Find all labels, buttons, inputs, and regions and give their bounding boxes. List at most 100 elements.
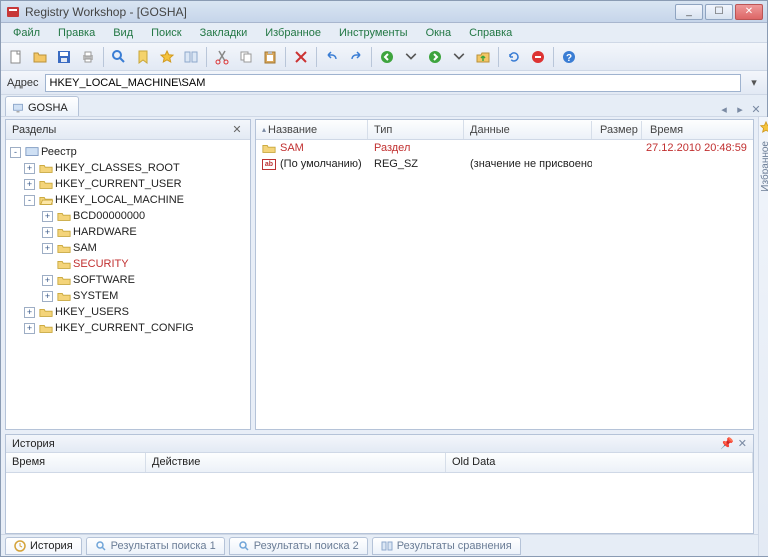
delete-icon[interactable] (290, 46, 312, 68)
tree-body[interactable]: - Реестр +HKEY_CLASSES_ROOT+HKEY_CURRENT… (6, 140, 250, 429)
tree-key[interactable]: +SOFTWARE (6, 272, 250, 288)
undo-icon[interactable] (321, 46, 343, 68)
redo-icon[interactable] (345, 46, 367, 68)
computer-icon (12, 102, 24, 114)
cut-icon[interactable] (211, 46, 233, 68)
new-icon[interactable] (5, 46, 27, 68)
col-type[interactable]: Тип (368, 120, 464, 139)
tree-header: Разделы ✕ (6, 120, 250, 140)
back-icon[interactable] (376, 46, 398, 68)
stop-icon[interactable] (527, 46, 549, 68)
hist-col-time[interactable]: Время (6, 453, 146, 472)
print-icon[interactable] (77, 46, 99, 68)
tab-close-icon[interactable]: ✕ (749, 102, 763, 116)
list-row[interactable]: ab(По умолчанию)REG_SZ(значение не присв… (256, 156, 753, 172)
expander-icon[interactable]: + (42, 291, 53, 302)
copy-icon[interactable] (235, 46, 257, 68)
document-tabs: GOSHA ◂ ▸ ✕ (1, 95, 767, 117)
paste-icon[interactable] (259, 46, 281, 68)
menu-tools[interactable]: Инструменты (331, 25, 416, 41)
window-buttons: _ ☐ ✕ (675, 4, 763, 20)
minimize-button[interactable]: _ (675, 4, 703, 20)
forward-drop-icon[interactable] (448, 46, 470, 68)
hist-col-action[interactable]: Действие (146, 453, 446, 472)
tree-key[interactable]: +SYSTEM (6, 288, 250, 304)
tree-header-label: Разделы (12, 124, 56, 136)
history-pin-icon[interactable]: 📌 (720, 437, 734, 450)
menu-bar: Файл Правка Вид Поиск Закладки Избранное… (1, 23, 767, 43)
document-tab-label: GOSHA (28, 102, 68, 114)
expander-icon[interactable]: + (24, 179, 35, 190)
expander-icon[interactable]: + (42, 227, 53, 238)
tree-hive[interactable]: +HKEY_USERS (6, 304, 250, 320)
history-pane: История 📌 ✕ Время Действие Old Data (5, 434, 754, 534)
save-icon[interactable] (53, 46, 75, 68)
history-close-icon[interactable]: ✕ (738, 437, 747, 450)
col-time[interactable]: Время (644, 121, 753, 139)
expander-icon[interactable]: + (42, 243, 53, 254)
tree-hive[interactable]: -HKEY_LOCAL_MACHINE (6, 192, 250, 208)
up-icon[interactable] (472, 46, 494, 68)
hist-col-old[interactable]: Old Data (446, 453, 753, 472)
tree-hive[interactable]: +HKEY_CLASSES_ROOT (6, 160, 250, 176)
tree-key[interactable]: SECURITY (6, 256, 250, 272)
maximize-button[interactable]: ☐ (705, 4, 733, 20)
forward-icon[interactable] (424, 46, 446, 68)
expander-icon[interactable]: - (10, 147, 21, 158)
open-icon[interactable] (29, 46, 51, 68)
menu-favorites[interactable]: Избранное (257, 25, 329, 41)
menu-help[interactable]: Справка (461, 25, 520, 41)
find-icon[interactable] (108, 46, 130, 68)
favorite-icon[interactable] (156, 46, 178, 68)
tab-prev-icon[interactable]: ◂ (717, 102, 731, 116)
bottom-tab[interactable]: Результаты сравнения (372, 537, 521, 555)
refresh-icon[interactable] (503, 46, 525, 68)
menu-view[interactable]: Вид (105, 25, 141, 41)
bottom-tab[interactable]: История (5, 537, 82, 555)
close-button[interactable]: ✕ (735, 4, 763, 20)
address-input[interactable] (45, 74, 742, 92)
col-data[interactable]: Данные (464, 121, 592, 139)
list-body[interactable]: SAMРаздел27.12.2010 20:48:59ab(По умолча… (256, 140, 753, 429)
computer-icon (25, 146, 39, 158)
menu-file[interactable]: Файл (5, 25, 48, 41)
tree-pane: Разделы ✕ - Реестр +HKEY_CLASSES_ROOT+HK… (5, 119, 251, 430)
address-bar: Адрес ▾ (1, 71, 767, 95)
history-body[interactable] (6, 473, 753, 533)
expander-icon[interactable]: + (24, 323, 35, 334)
list-row[interactable]: SAMРаздел27.12.2010 20:48:59 (256, 140, 753, 156)
window-title: Registry Workshop - [GOSHA] (25, 5, 675, 19)
help-icon[interactable]: ? (558, 46, 580, 68)
menu-windows[interactable]: Окна (418, 25, 460, 41)
tree-hive[interactable]: +HKEY_CURRENT_USER (6, 176, 250, 192)
favorites-sidebar[interactable]: Избранное (758, 117, 768, 556)
tab-next-icon[interactable]: ▸ (733, 102, 747, 116)
bottom-tab[interactable]: Результаты поиска 1 (86, 537, 225, 555)
tree-close-icon[interactable]: ✕ (230, 123, 244, 137)
app-icon (5, 4, 21, 20)
svg-text:?: ? (566, 53, 572, 64)
tree-key[interactable]: +HARDWARE (6, 224, 250, 240)
expander-icon[interactable]: + (42, 211, 53, 222)
tree-key[interactable]: +SAM (6, 240, 250, 256)
tree-root[interactable]: - Реестр (6, 144, 250, 160)
bottom-tab[interactable]: Результаты поиска 2 (229, 537, 368, 555)
star-icon (759, 121, 768, 135)
expander-icon[interactable]: - (24, 195, 35, 206)
back-drop-icon[interactable] (400, 46, 422, 68)
menu-edit[interactable]: Правка (50, 25, 103, 41)
document-tab[interactable]: GOSHA (5, 96, 79, 116)
bottom-tabs: ИсторияРезультаты поиска 1Результаты пои… (1, 534, 758, 556)
expander-icon[interactable]: + (24, 163, 35, 174)
compare-icon[interactable] (180, 46, 202, 68)
bookmark-icon[interactable] (132, 46, 154, 68)
tree-hive[interactable]: +HKEY_CURRENT_CONFIG (6, 320, 250, 336)
address-dropdown-icon[interactable]: ▾ (747, 76, 761, 89)
expander-icon[interactable]: + (24, 307, 35, 318)
menu-bookmarks[interactable]: Закладки (192, 25, 256, 41)
tree-key[interactable]: +BCD00000000 (6, 208, 250, 224)
menu-search[interactable]: Поиск (143, 25, 189, 41)
col-name[interactable]: ▴Название (256, 120, 368, 139)
expander-icon[interactable]: + (42, 275, 53, 286)
col-size[interactable]: Размер (594, 121, 642, 139)
